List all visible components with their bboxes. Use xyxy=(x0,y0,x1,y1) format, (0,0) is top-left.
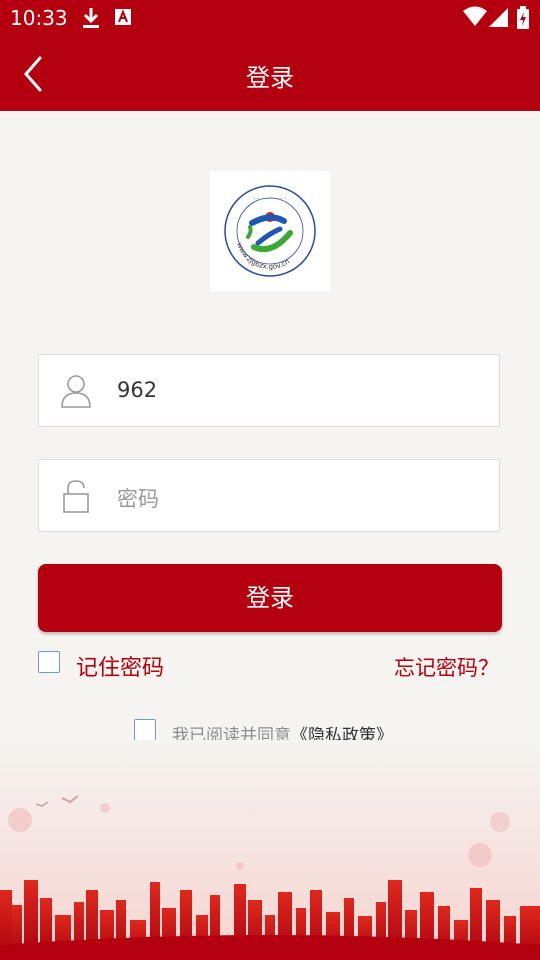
organization-logo: www.zjgbzx.gov.cn · · · · · · · · · xyxy=(210,171,330,291)
svg-text:· · · · · · · · ·: · · · · · · · · · xyxy=(254,196,287,203)
battery-icon xyxy=(517,6,529,29)
password-field[interactable]: 密码 xyxy=(38,459,500,532)
app-bar: 登录 xyxy=(0,36,540,111)
user-icon xyxy=(61,375,91,408)
remember-password-label[interactable]: 记住密码 xyxy=(76,650,164,682)
wifi-icon xyxy=(463,6,487,26)
username-input[interactable]: 962 xyxy=(117,378,157,402)
status-bar: 10:33 xyxy=(0,0,540,36)
app-notification-icon xyxy=(115,9,131,25)
lock-icon xyxy=(63,480,89,513)
agree-policy-checkbox[interactable] xyxy=(134,719,156,741)
forgot-password-link[interactable]: 忘记密码？ xyxy=(394,652,499,682)
remember-password-checkbox[interactable] xyxy=(38,651,60,673)
password-input[interactable]: 密码 xyxy=(117,483,159,513)
cityscape-decoration xyxy=(0,740,540,960)
page-title: 登录 xyxy=(246,64,294,92)
username-field[interactable]: 962 xyxy=(38,354,500,427)
status-time: 10:33 xyxy=(10,6,68,30)
signal-icon xyxy=(489,8,508,27)
download-icon xyxy=(83,8,99,28)
login-button[interactable]: 登录 xyxy=(38,564,502,632)
